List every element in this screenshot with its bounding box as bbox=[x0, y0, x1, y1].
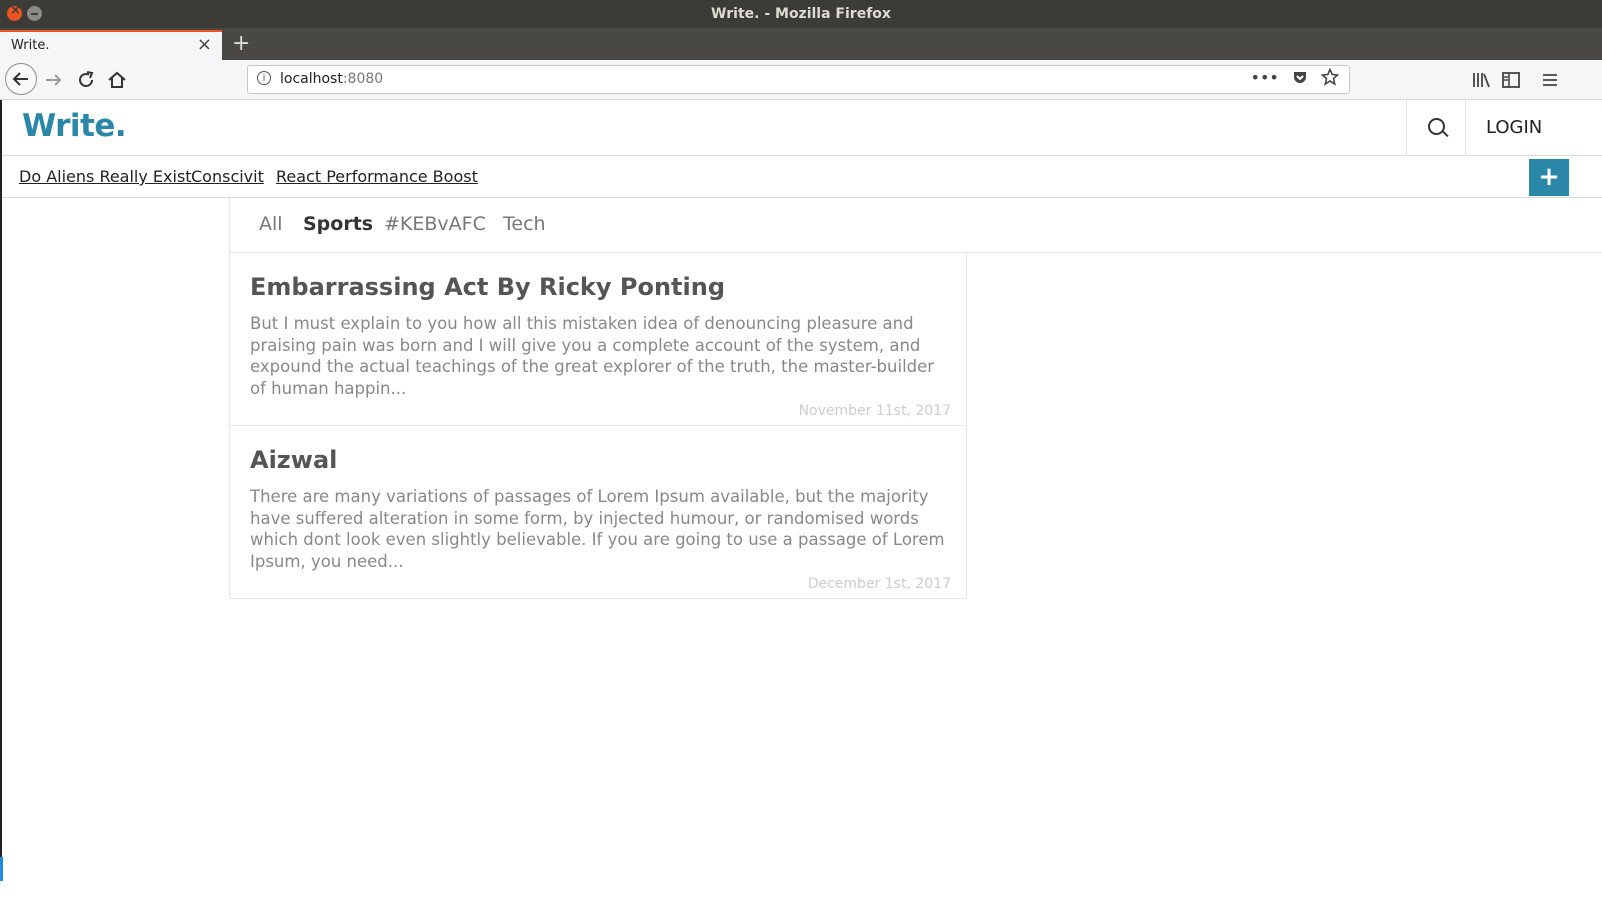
url-actions: ••• bbox=[1241, 67, 1340, 87]
post-date: November 11st, 2017 bbox=[798, 403, 951, 419]
post-date: December 1st, 2017 bbox=[807, 576, 951, 592]
category-filters: All Sports #KEBvAFC Tech bbox=[229, 198, 1602, 253]
post-excerpt: There are many variations of passages of… bbox=[250, 487, 945, 571]
url-port: :8080 bbox=[342, 71, 384, 87]
browser-tab[interactable]: Write. × bbox=[0, 30, 222, 60]
forward-icon[interactable] bbox=[43, 69, 65, 91]
library-icon[interactable] bbox=[1471, 71, 1491, 89]
sidebar-icon[interactable] bbox=[1502, 72, 1520, 88]
tab-close-icon[interactable]: × bbox=[197, 34, 212, 55]
add-post-button[interactable]: + bbox=[1529, 159, 1569, 196]
filter-all[interactable]: All bbox=[259, 213, 283, 235]
window-left-edge bbox=[0, 100, 2, 880]
url-bar[interactable]: i localhost:8080 ••• bbox=[247, 65, 1350, 94]
url-host: localhost bbox=[280, 71, 343, 87]
window-title: Write. - Mozilla Firefox bbox=[711, 6, 891, 22]
site-info-icon[interactable]: i bbox=[257, 71, 271, 85]
tab-label: Write. bbox=[11, 38, 50, 53]
pocket-icon[interactable] bbox=[1292, 69, 1308, 85]
new-tab-button[interactable]: + bbox=[232, 28, 250, 60]
post-card[interactable]: Aizwal There are many variations of pass… bbox=[230, 426, 966, 599]
post-card[interactable]: Embarrassing Act By Ricky Ponting But I … bbox=[230, 253, 966, 426]
filter-tech[interactable]: Tech bbox=[503, 213, 546, 235]
reload-icon[interactable] bbox=[76, 70, 96, 90]
post-feed: Embarrassing Act By Ricky Ponting But I … bbox=[229, 253, 967, 599]
pinned-link[interactable]: React Performance Boost bbox=[276, 167, 478, 186]
filter-sports[interactable]: Sports bbox=[303, 213, 373, 235]
post-title[interactable]: Aizwal bbox=[250, 446, 337, 474]
post-excerpt: But I must explain to you how all this m… bbox=[250, 314, 935, 398]
url-text[interactable]: localhost:8080 bbox=[280, 71, 383, 87]
filter-kebvafc[interactable]: #KEBvAFC bbox=[384, 213, 486, 235]
page: Write. LOGIN Do Aliens Really Exist Cons… bbox=[0, 100, 1602, 900]
search-icon bbox=[1428, 118, 1445, 135]
scroll-indicator bbox=[0, 857, 3, 881]
back-button[interactable] bbox=[5, 63, 37, 95]
pinned-posts-bar: Do Aliens Really Exist Conscivit React P… bbox=[0, 157, 1602, 198]
post-title[interactable]: Embarrassing Act By Ricky Ponting bbox=[250, 273, 725, 301]
home-icon[interactable] bbox=[107, 70, 127, 90]
pinned-link[interactable]: Do Aliens Really Exist bbox=[19, 167, 192, 186]
pinned-link[interactable]: Conscivit bbox=[191, 167, 264, 186]
login-button[interactable]: LOGIN bbox=[1486, 117, 1542, 138]
window-titlebar: Write. - Mozilla Firefox bbox=[0, 0, 1602, 28]
site-logo[interactable]: Write. bbox=[22, 108, 127, 144]
bookmark-star-icon[interactable] bbox=[1320, 67, 1340, 86]
back-icon bbox=[12, 72, 28, 86]
page-actions-icon[interactable]: ••• bbox=[1251, 68, 1279, 87]
menu-icon[interactable] bbox=[1542, 73, 1558, 87]
search-button[interactable] bbox=[1406, 100, 1466, 156]
navigation-toolbar: i localhost:8080 ••• bbox=[0, 60, 1602, 100]
site-header: Write. LOGIN bbox=[0, 100, 1602, 156]
